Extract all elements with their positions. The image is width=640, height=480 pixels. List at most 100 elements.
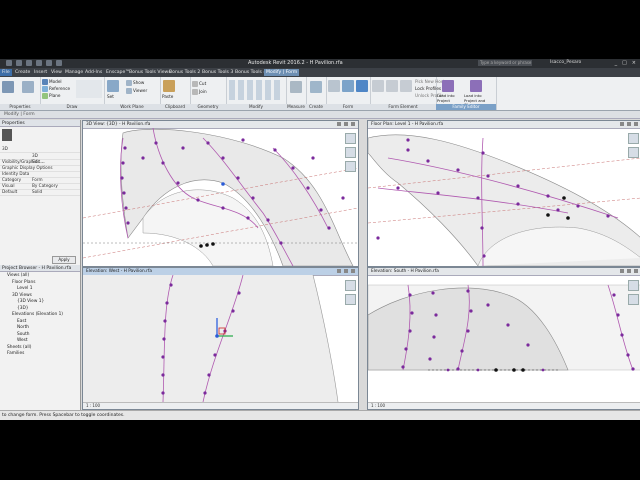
zoom-icon[interactable] [628,294,639,305]
show-button[interactable]: Show [126,80,144,86]
tab-add-ins[interactable]: Add-Ins [83,69,104,76]
browser-item[interactable]: {3D View 1} [17,299,44,305]
left-panel: Properties 3D 3D Visibility/Graphics ...… [0,120,81,410]
view-floor-plan-canvas[interactable] [368,128,640,266]
browser-item[interactable]: Sheets (all) [7,345,31,351]
view-minimize-icon[interactable] [337,122,341,126]
reference-button[interactable]: Reference [42,86,70,92]
plane-button[interactable]: Plane [42,93,61,99]
minimize-icon[interactable]: _ [615,60,618,66]
ribbon-group-form-element: Pick New Host Lock Profiles Unlock Profi… [370,77,445,110]
paste-label: Paste [162,94,174,99]
browser-item[interactable]: East [17,319,26,325]
maximize-icon[interactable]: □ [622,60,627,66]
steering-wheel-icon[interactable] [628,133,639,144]
tab-bonus-tools-2[interactable]: Bonus Tools 2 [167,69,202,76]
load-into-project-icon[interactable] [442,80,454,92]
create-icon[interactable] [310,81,322,93]
create-form-icon[interactable] [342,80,354,92]
xray-icon[interactable] [356,80,368,92]
tab-bonus-tools-views[interactable]: Bonus Tools Views [127,69,173,76]
view-elevation-south-canvas[interactable] [368,275,640,402]
join-button[interactable]: Join [192,89,207,95]
apply-button[interactable]: Apply [52,256,76,264]
redo-icon[interactable] [46,60,52,66]
model-button[interactable]: Model [42,79,62,85]
browser-item[interactable]: Elevations (Elevation 1) [12,312,63,318]
browser-item[interactable]: North [17,325,29,331]
user-name[interactable]: Isacco_Pesaro [550,60,581,65]
app-menu-icon[interactable] [6,60,12,66]
open-icon[interactable] [16,60,22,66]
cut-button[interactable]: Cut [192,81,206,87]
steering-wheel-icon[interactable] [345,133,356,144]
browser-item[interactable]: 3D Views [12,293,32,299]
browser-item[interactable]: West [17,338,28,344]
view-close-icon[interactable] [351,122,355,126]
tab-create[interactable]: Create [13,69,32,76]
view-elevation-west[interactable]: Elevation: West - H Pavilion.rfa 1 : 100 [82,267,359,410]
dissolve-icon[interactable] [400,80,412,92]
view-floor-plan[interactable]: Floor Plan: Level 1 - H Pavilion.rfa [367,120,640,267]
view-close-icon[interactable] [634,122,638,126]
paste-icon[interactable] [163,80,175,92]
steering-wheel-icon[interactable] [345,280,356,291]
view-minimize-icon[interactable] [620,269,624,273]
ribbon-group-clipboard: Paste Clipboard [160,77,191,110]
zoom-icon[interactable] [628,147,639,158]
load-into-project-label: Load into Project [437,93,455,103]
window-title: Autodesk Revit 2016.2 - H Pavilion.rfa [248,60,343,66]
view-maximize-icon[interactable] [344,269,348,273]
tab-file[interactable]: File [0,69,12,76]
save-icon[interactable] [26,60,32,66]
view-3d-canvas[interactable] [83,128,358,266]
browser-item[interactable]: Families [7,351,24,357]
prop-row[interactable]: Default Solid [0,189,80,196]
measure-icon[interactable] [290,81,302,93]
plane-icon [42,93,48,99]
load-into-project-close-icon[interactable] [470,80,482,92]
draw-shapes-gallery[interactable] [76,80,102,98]
view-elevation-south[interactable]: Elevation: South - H Pavilion.rfa 1 : 10… [367,267,640,410]
view-cube-icon[interactable] [345,161,356,172]
set-work-plane-icon[interactable] [107,80,119,92]
tab-modify-form[interactable]: Modify | Form [264,69,300,76]
browser-item[interactable]: {3D} [17,306,29,312]
browser-item[interactable]: Floor Plans [12,280,35,286]
steering-wheel-icon[interactable] [628,280,639,291]
add-edge-icon[interactable] [372,80,384,92]
view-minimize-icon[interactable] [620,122,624,126]
print-icon[interactable] [56,60,62,66]
type-selector[interactable]: 3D [0,146,80,153]
view-maximize-icon[interactable] [627,269,631,273]
view-elevation-west-canvas[interactable] [83,275,358,402]
browser-item[interactable]: South [17,332,30,338]
show-icon [126,80,132,86]
search-input[interactable]: Type a keyword or phrase [478,60,532,66]
view-3d[interactable]: 3D View: {3D} - H Pavilion.rfa [82,120,359,267]
view-scale[interactable]: 1 : 100 [371,403,385,408]
viewer-icon [126,88,132,94]
tab-bonus-tools-3[interactable]: Bonus Tools 3 [200,69,235,76]
add-profile-icon[interactable] [386,80,398,92]
view-close-icon[interactable] [634,269,638,273]
tab-view[interactable]: View [49,69,64,76]
edit-profile-icon[interactable] [328,80,340,92]
view-close-icon[interactable] [351,269,355,273]
zoom-icon[interactable] [345,294,356,305]
properties-icon[interactable] [22,81,34,93]
view-scale[interactable]: 1 : 100 [86,403,100,408]
viewer-button[interactable]: Viewer [126,88,147,94]
tab-manage[interactable]: Manage [63,69,85,76]
view-maximize-icon[interactable] [344,122,348,126]
undo-icon[interactable] [36,60,42,66]
zoom-icon[interactable] [345,147,356,158]
view-maximize-icon[interactable] [627,122,631,126]
tab-insert[interactable]: Insert [32,69,49,76]
browser-item[interactable]: Views (all) [7,273,29,279]
close-icon[interactable]: × [632,60,636,66]
modify-icon[interactable] [2,81,14,93]
modify-tools-icons[interactable] [229,80,283,100]
browser-item[interactable]: Level 1 [17,286,32,292]
view-minimize-icon[interactable] [337,269,341,273]
